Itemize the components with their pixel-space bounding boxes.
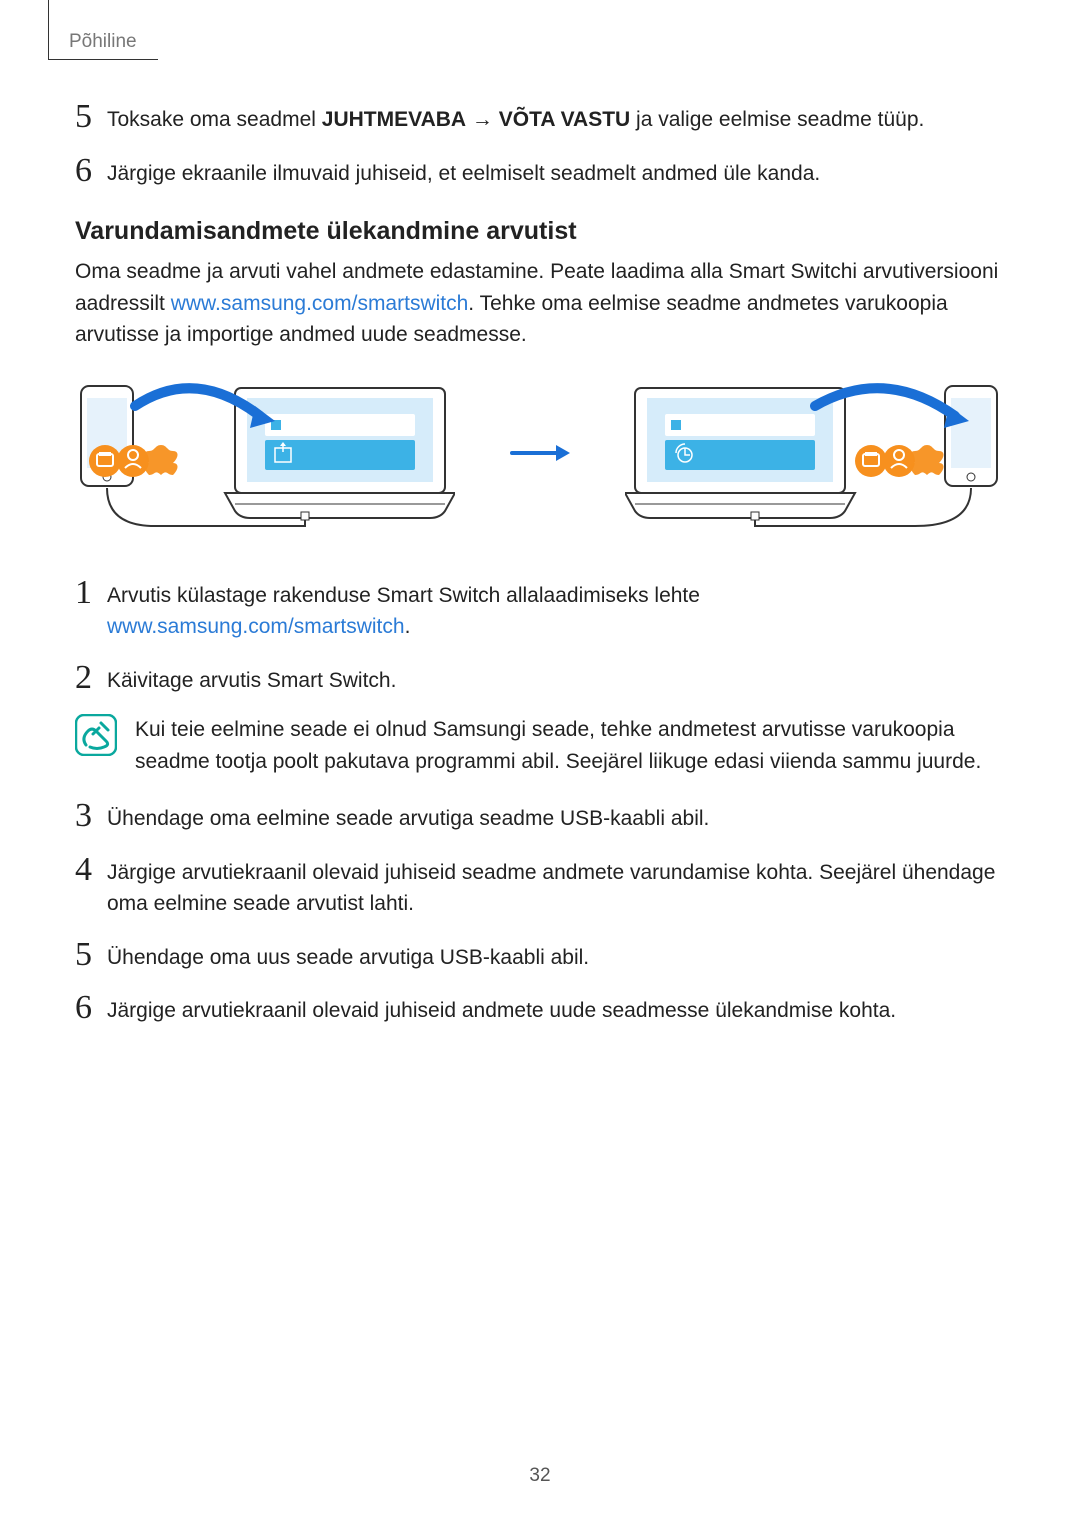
step-text: Ühendage oma eelmine seade arvutiga sead… [107,799,1005,835]
step-text: Toksake oma seadmel JUHTMEVABA → VÕTA VA… [107,100,1005,136]
link-smartswitch[interactable]: www.samsung.com/smartswitch [107,615,405,638]
header-tab: Põhiline [48,0,158,60]
step-5b: 5 Ühendage oma uus seade arvutiga USB-ka… [75,938,1005,974]
arrow-separator: → [466,108,499,131]
step-number: 1 [75,576,107,610]
step-text: Järgige arvutiekraanil olevaid juhiseid … [107,853,1005,920]
text-post: ja valige eelmise seadme tüüp. [630,108,924,131]
step-number: 6 [75,154,107,188]
step-6b: 6 Järgige arvutiekraanil olevaid juhisei… [75,991,1005,1027]
note-text: Kui teie eelmine seade ei olnud Samsungi… [135,714,1005,777]
step-text: Järgige arvutiekraanil olevaid juhiseid … [107,991,1005,1027]
step-number: 4 [75,853,107,887]
illustration-backup-icon [75,376,455,536]
header-tab-label: Põhiline [69,31,137,53]
step-4: 4 Järgige arvutiekraanil olevaid juhisei… [75,853,1005,920]
step-3: 3 Ühendage oma eelmine seade arvutiga se… [75,799,1005,835]
label-wireless: JUHTMEVABA [322,108,466,131]
step-1: 1 Arvutis külastage rakenduse Smart Swit… [75,576,1005,643]
step-text: Arvutis külastage rakenduse Smart Switch… [107,576,1005,643]
diagram-from-device-to-laptop [75,376,455,536]
step-5: 5 Toksake oma seadmel JUHTMEVABA → VÕTA … [75,100,1005,136]
note-block: Kui teie eelmine seade ei olnud Samsungi… [75,714,1005,777]
step-number: 5 [75,100,107,134]
note-info-icon [75,714,117,756]
text-post: . [405,615,411,638]
step-text: Käivitage arvutis Smart Switch. [107,661,1005,697]
text-pre: Toksake oma seadmel [107,108,322,131]
step-text: Järgige ekraanile ilmuvaid juhiseid, et … [107,154,1005,190]
text-pre: Arvutis külastage rakenduse Smart Switch… [107,584,700,607]
step-6: 6 Järgige ekraanile ilmuvaid juhiseid, e… [75,154,1005,190]
step-number: 6 [75,991,107,1025]
step-number: 3 [75,799,107,833]
page-number: 32 [0,1465,1080,1487]
section-heading: Varundamisandmete ülekandmine arvutist [75,217,1005,246]
step-number: 5 [75,938,107,972]
illustration-restore-icon [625,376,1005,536]
step-2: 2 Käivitage arvutis Smart Switch. [75,661,1005,697]
link-smartswitch[interactable]: www.samsung.com/smartswitch [171,292,469,315]
step-number: 2 [75,661,107,695]
transfer-direction-arrow-icon [510,441,570,470]
step-text: Ühendage oma uus seade arvutiga USB-kaab… [107,938,1005,974]
diagram-from-laptop-to-device [625,376,1005,536]
section-paragraph: Oma seadme ja arvuti vahel andmete edast… [75,256,1005,351]
transfer-diagram [75,376,1005,536]
label-receive: VÕTA VASTU [499,108,630,131]
page-content: 5 Toksake oma seadmel JUHTMEVABA → VÕTA … [75,100,1005,1045]
